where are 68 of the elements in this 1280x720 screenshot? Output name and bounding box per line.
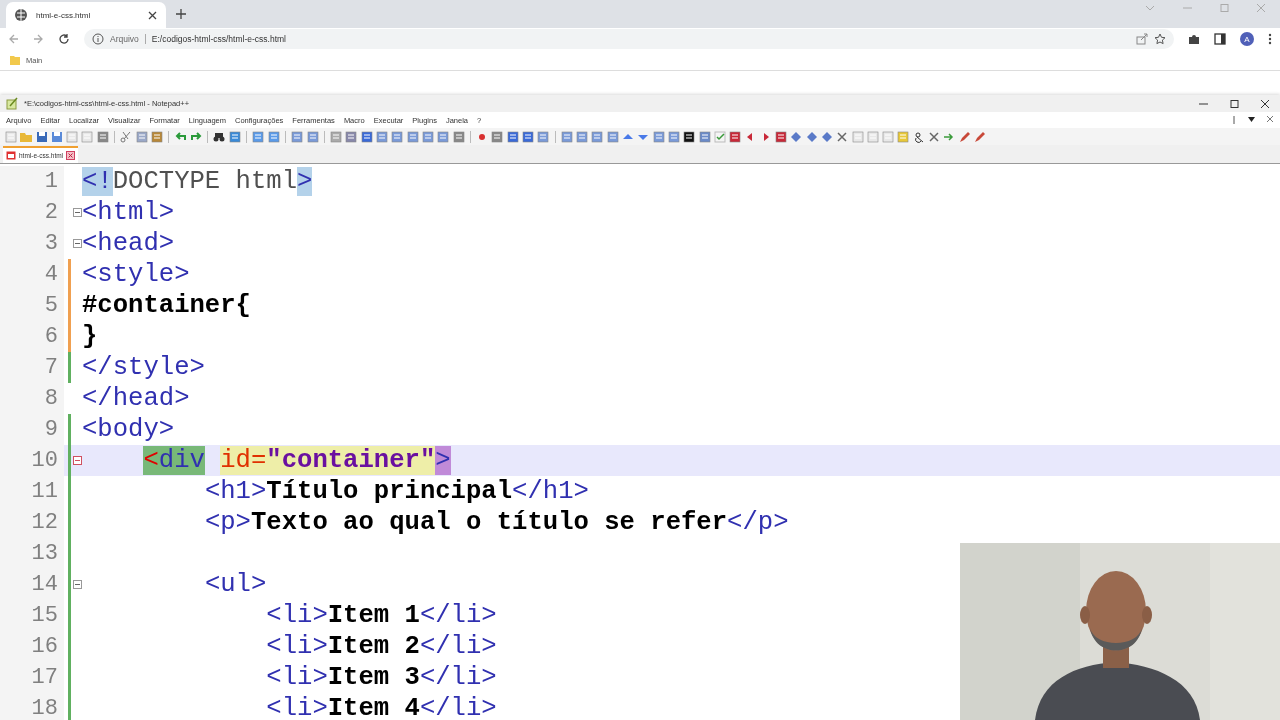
line-number: 8 [0,383,64,414]
cross-icon[interactable] [835,129,850,144]
close-icon[interactable] [1261,99,1270,108]
chevron-down-icon[interactable] [1145,4,1155,12]
share-icon[interactable] [1136,33,1148,45]
line-number: 2 [0,197,64,228]
code-line: <li>Item 3</li> [265,662,497,693]
reload-icon[interactable] [58,33,70,45]
line-number: 16 [0,631,64,662]
checkmark-icon[interactable] [712,129,727,144]
dropdown-icon[interactable] [1248,116,1255,123]
code-line: </head> [82,383,190,414]
fold-icon[interactable] [73,456,82,465]
line-number: 18 [0,693,64,720]
code-line: #container{ [82,290,251,321]
globe-icon [14,8,28,22]
code-line: <ul> [203,569,267,600]
back-icon[interactable] [8,33,19,45]
code-line: <p>Texto ao qual o título se refer</p> [203,507,789,538]
code-line: <head> [82,228,175,259]
more-icon[interactable] [1268,33,1272,45]
star-icon[interactable] [1154,33,1166,45]
line-number: 11 [0,476,64,507]
site-info-label: Arquivo [110,34,146,44]
profile-avatar[interactable]: A [1240,32,1254,46]
code-line: } [82,321,98,352]
code-line: <h1>Título principal</h1> [203,476,589,507]
new-tab-icon[interactable] [176,9,186,19]
browser-tab[interactable]: html-e-css.html [6,2,166,28]
line-number: 15 [0,600,64,631]
document-icon[interactable] [682,129,697,144]
info-icon [92,33,104,45]
maximize-icon[interactable] [1230,99,1239,108]
line-number: 9 [0,414,64,445]
line-number: 6 [0,321,64,352]
fold-icon[interactable] [73,580,82,589]
fold-icon[interactable] [73,239,82,248]
code-line: <li>Item 2</li> [265,631,497,662]
document-icon [6,150,16,161]
line-number: 10 [0,445,64,476]
line-number: 5 [0,290,64,321]
line-number: 12 [0,507,64,538]
code-line: <style> [82,259,190,290]
address-bar[interactable]: Arquivo E:/codigos-html-css/html-e-css.html [84,29,1174,49]
code-line: <body> [82,414,175,445]
line-number: 17 [0,662,64,693]
fold-icon[interactable] [73,208,82,217]
code-line: <html> [82,197,175,228]
line-number: 4 [0,259,64,290]
forward-icon[interactable] [33,33,44,45]
line-number: 7 [0,352,64,383]
close-icon[interactable] [147,9,158,21]
code-line: </style> [82,352,205,383]
cross-icon[interactable] [927,129,941,144]
line-number: 3 [0,228,64,259]
side-panel-icon[interactable] [1214,33,1226,45]
code-line: <!DOCTYPE html> [82,166,313,197]
code-line: <li>Item 1</li> [265,600,497,631]
code-line: <div id="container"> [142,445,451,476]
notepad-icon [6,97,18,110]
line-number: 13 [0,538,64,569]
folder-icon [10,54,20,66]
tab-title: html-e-css.html [36,10,92,20]
url-text: E:/codigos-html-css/html-e-css.html [151,34,286,44]
code-line: <li>Item 4</li> [265,693,497,720]
line-number: 14 [0,569,64,600]
close-icon[interactable] [66,151,76,160]
line-number: 1 [0,166,64,197]
